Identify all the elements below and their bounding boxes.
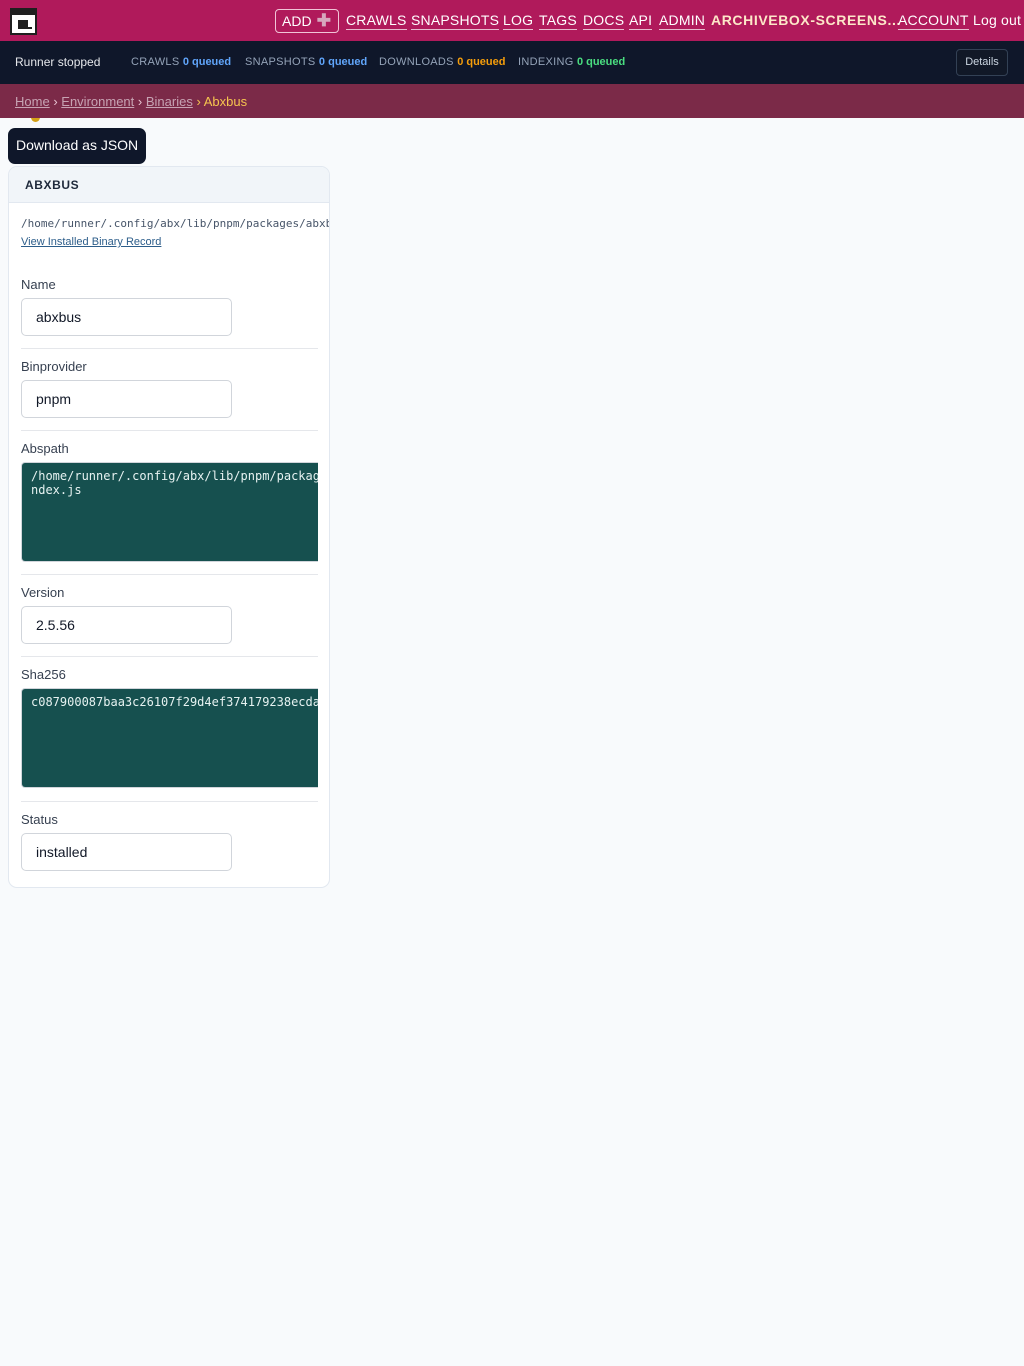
archivebox-logo-icon[interactable] — [10, 8, 37, 35]
add-button-label: ADD — [282, 13, 312, 29]
download-json-button[interactable]: Download as JSON — [8, 128, 146, 164]
nav-account[interactable]: ACCOUNT — [898, 11, 969, 30]
queue-label: SNAPSHOTS — [245, 56, 316, 68]
queue-crawls: CRAWLS 0 queued — [131, 56, 231, 68]
divider — [21, 574, 318, 575]
abspath-line: /home/runner/.config/abx/lib/pnpm/packag… — [31, 469, 318, 483]
queue-downloads: DOWNLOADS 0 queued — [379, 56, 505, 68]
queue-value: 0 queued — [457, 56, 506, 68]
queue-indexing: INDEXING 0 queued — [518, 56, 625, 68]
instance-name[interactable]: ARCHIVEBOX-SCREENS... — [711, 11, 901, 29]
field-name: Name abxbus — [21, 277, 318, 336]
breadcrumb: Home › Environment › Binaries › Abxbus — [0, 84, 1024, 118]
binary-path: /home/runner/.config/abx/lib/pnpm/packag… — [21, 217, 330, 230]
field-version: Version 2.5.56 — [21, 585, 318, 644]
divider — [21, 348, 318, 349]
breadcrumb-binaries[interactable]: Binaries — [146, 94, 193, 109]
field-label: Name — [21, 277, 56, 292]
sha256-textarea[interactable]: c087900087baa3c26107f29d4ef374179238ecda — [21, 688, 318, 788]
abspath-line: ndex.js — [31, 483, 82, 497]
binprovider-input[interactable]: pnpm — [21, 380, 232, 418]
nav-docs[interactable]: DOCS — [583, 11, 625, 30]
field-abspath: Abspath /home/runner/.config/abx/lib/pnp… — [21, 441, 318, 562]
breadcrumb-separator: › — [53, 94, 58, 109]
nav-log[interactable]: LOG — [503, 11, 534, 30]
nav-snapshots[interactable]: SNAPSHOTS — [411, 11, 500, 30]
sha256-value: c087900087baa3c26107f29d4ef374179238ecda — [31, 695, 318, 709]
divider — [21, 656, 318, 657]
view-binary-record-link[interactable]: View Installed Binary Record — [21, 236, 161, 248]
queue-label: CRAWLS — [131, 56, 180, 68]
breadcrumb-separator: › — [196, 94, 201, 109]
abspath-textarea[interactable]: /home/runner/.config/abx/lib/pnpm/packag… — [21, 462, 318, 562]
queue-label: DOWNLOADS — [379, 56, 454, 68]
details-button[interactable]: Details — [956, 49, 1008, 76]
logout-link[interactable]: Log out — [973, 11, 1021, 29]
add-button[interactable]: ADD ✚ — [275, 9, 339, 33]
field-label: Sha256 — [21, 667, 66, 682]
field-label: Version — [21, 585, 65, 600]
plus-icon: ✚ — [316, 11, 331, 30]
field-label: Status — [21, 812, 58, 827]
field-binprovider: Binprovider pnpm — [21, 359, 318, 418]
runner-status-bar: Runner stopped CRAWLS 0 queued SNAPSHOTS… — [0, 41, 1024, 122]
queue-label: INDEXING — [518, 56, 574, 68]
main-nav: ADD ✚ CRAWLS SNAPSHOTS LOG TAGS DOCS API… — [275, 0, 1024, 41]
breadcrumb-environment[interactable]: Environment — [61, 94, 134, 109]
field-label: Abspath — [21, 441, 69, 456]
queue-value: 0 queued — [318, 56, 368, 68]
version-input[interactable]: 2.5.56 — [21, 606, 232, 644]
name-input[interactable]: abxbus — [21, 298, 232, 336]
binary-detail-card: ABXBUS /home/runner/.config/abx/lib/pnpm… — [8, 166, 330, 888]
breadcrumb-separator: › — [137, 94, 143, 109]
status-input[interactable]: installed — [21, 833, 232, 871]
runner-status: Runner stopped — [15, 55, 101, 122]
queue-value: 0 queued — [576, 56, 626, 68]
nav-api[interactable]: API — [629, 11, 653, 30]
nav-crawls[interactable]: CRAWLS — [346, 11, 407, 30]
nav-admin[interactable]: ADMIN — [659, 11, 706, 30]
runner-status-text: Runner stopped — [15, 55, 101, 69]
field-status: Status installed — [21, 812, 318, 871]
field-sha256: Sha256 c087900087baa3c26107f29d4ef374179… — [21, 667, 318, 788]
breadcrumb-home[interactable]: Home — [15, 94, 50, 109]
divider — [21, 801, 318, 802]
divider — [21, 430, 318, 431]
nav-tags[interactable]: TAGS — [539, 11, 577, 30]
card-title: ABXBUS — [9, 167, 329, 203]
top-navbar: ADD ✚ CRAWLS SNAPSHOTS LOG TAGS DOCS API… — [0, 0, 1024, 41]
queue-value: 0 queued — [182, 56, 232, 68]
queue-snapshots: SNAPSHOTS 0 queued — [245, 56, 367, 68]
breadcrumb-current: Abxbus — [203, 94, 248, 109]
field-label: Binprovider — [21, 359, 87, 374]
